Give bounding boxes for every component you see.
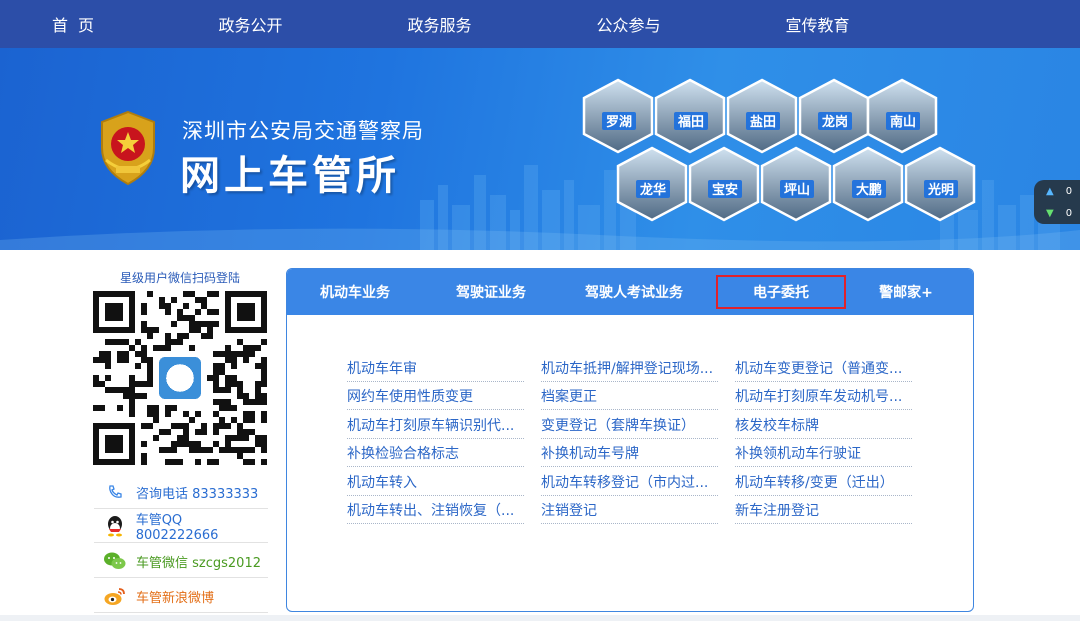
- service-link[interactable]: 变更登记（套牌车换证）: [541, 410, 718, 439]
- service-link[interactable]: 机动车转入: [347, 467, 524, 496]
- branch-label: 龙华: [640, 182, 666, 198]
- contact-phone[interactable]: 咨询电话 83333333: [94, 476, 268, 509]
- service-link[interactable]: 机动车抵押/解押登记现场...: [541, 353, 718, 382]
- service-link[interactable]: 机动车打刻原车发动机号...: [735, 382, 912, 410]
- arrow-down-icon: ▼: [1046, 207, 1054, 219]
- nav-government-affairs[interactable]: 政务公开: [156, 0, 345, 48]
- banner: 深圳市公安局交通警察局 网上车管所 罗湖 福田 盐田 龙岗 南山 龙华 宝安 坪…: [0, 48, 1080, 250]
- branch-label: 盐田: [750, 114, 776, 130]
- contact-weibo[interactable]: 车管新浪微博: [94, 580, 268, 613]
- tab-driver-license[interactable]: 驾驶证业务: [423, 269, 559, 315]
- download-value: 0: [1065, 207, 1073, 219]
- branch-label: 光明: [927, 182, 954, 198]
- nav-education[interactable]: 宣传教育: [723, 0, 912, 48]
- branch-label: 坪山: [784, 182, 810, 198]
- service-link[interactable]: 核发校车标牌: [735, 410, 912, 439]
- contact-wechat[interactable]: 车管微信 szcgs2012: [94, 545, 268, 578]
- phone-icon: [94, 480, 136, 504]
- service-link[interactable]: 机动车转移登记（市内过...: [541, 467, 718, 496]
- footer-bar: [0, 615, 1080, 621]
- service-link[interactable]: 档案更正: [541, 382, 718, 410]
- service-link-grid: 机动车年审 机动车抵押/解押登记现场... 机动车变更登记（普通变... 网约车使用性…: [347, 353, 912, 524]
- branch-label: 宝安: [712, 182, 738, 198]
- service-link[interactable]: 机动车年审: [347, 353, 524, 382]
- contact-qq[interactable]: 车管QQ 8002222666: [94, 510, 268, 543]
- service-link[interactable]: 注销登记: [541, 496, 718, 524]
- contact-label: 车管新浪微博: [136, 590, 215, 606]
- tab-driver-exam[interactable]: 驾驶人考试业务: [559, 269, 709, 315]
- service-link[interactable]: 补换检验合格标志: [347, 439, 524, 467]
- branch-label: 福田: [677, 114, 704, 130]
- tab-e-entrust[interactable]: 电子委托: [716, 275, 846, 309]
- service-tabs: 机动车业务 驾驶证业务 驾驶人考试业务 电子委托 警邮家+: [287, 269, 973, 315]
- contact-label: 咨询电话 83333333: [136, 486, 259, 502]
- contact-label: 车管微信 szcgs2012: [136, 555, 261, 571]
- nav-home[interactable]: 首页: [0, 0, 156, 48]
- qr-caption: 星级用户微信扫码登陆: [119, 271, 240, 285]
- branch-hexagons: 罗湖 福田 盐田 龙岗 南山 龙华 宝安 坪山 大鹏 光明: [582, 78, 976, 222]
- site-title: 网上车管所: [180, 153, 400, 199]
- service-link[interactable]: 新车注册登记: [735, 496, 912, 524]
- tab-motor-vehicle[interactable]: 机动车业务: [287, 269, 423, 315]
- bureau-name: 深圳市公安局交通警察局: [182, 119, 424, 143]
- service-link[interactable]: 机动车打刻原车辆识别代...: [347, 410, 524, 439]
- service-panel: 机动车业务 驾驶证业务 驾驶人考试业务 电子委托 警邮家+ 机动车年审 机动车抵押…: [286, 268, 974, 612]
- branch-label: 大鹏: [856, 182, 882, 198]
- nav-government-services[interactable]: 政务服务: [345, 0, 534, 48]
- wechat-qr-code[interactable]: [93, 291, 267, 465]
- top-nav: 首页 政务公开 政务服务 公众参与 宣传教育: [0, 0, 1080, 48]
- qq-icon: [94, 514, 136, 538]
- branch-label: 龙岗: [822, 114, 848, 130]
- branch-label: 南山: [890, 114, 916, 130]
- service-link[interactable]: 机动车转移/变更（迁出）: [735, 467, 912, 496]
- branch-label: 罗湖: [606, 115, 632, 130]
- wechat-icon: [94, 549, 136, 573]
- contact-label: 车管QQ 8002222666: [135, 513, 219, 543]
- police-emblem-icon: [101, 110, 155, 186]
- upload-value: 0: [1065, 185, 1073, 197]
- service-link[interactable]: 补换机动车号牌: [541, 439, 718, 467]
- service-link[interactable]: 机动车变更登记（普通变...: [735, 353, 912, 382]
- nav-public-participation[interactable]: 公众参与: [534, 0, 723, 48]
- network-speed-widget[interactable]: ▲ 0 ▼ 0: [1034, 180, 1080, 224]
- service-link[interactable]: 补换领机动车行驶证: [735, 439, 912, 467]
- arrow-up-icon: ▲: [1046, 185, 1054, 197]
- service-link[interactable]: 机动车转出、注销恢复（...: [347, 496, 524, 524]
- weibo-icon: [94, 584, 136, 608]
- tab-police-post[interactable]: 警邮家+: [854, 269, 958, 315]
- service-link[interactable]: 网约车使用性质变更: [347, 382, 524, 410]
